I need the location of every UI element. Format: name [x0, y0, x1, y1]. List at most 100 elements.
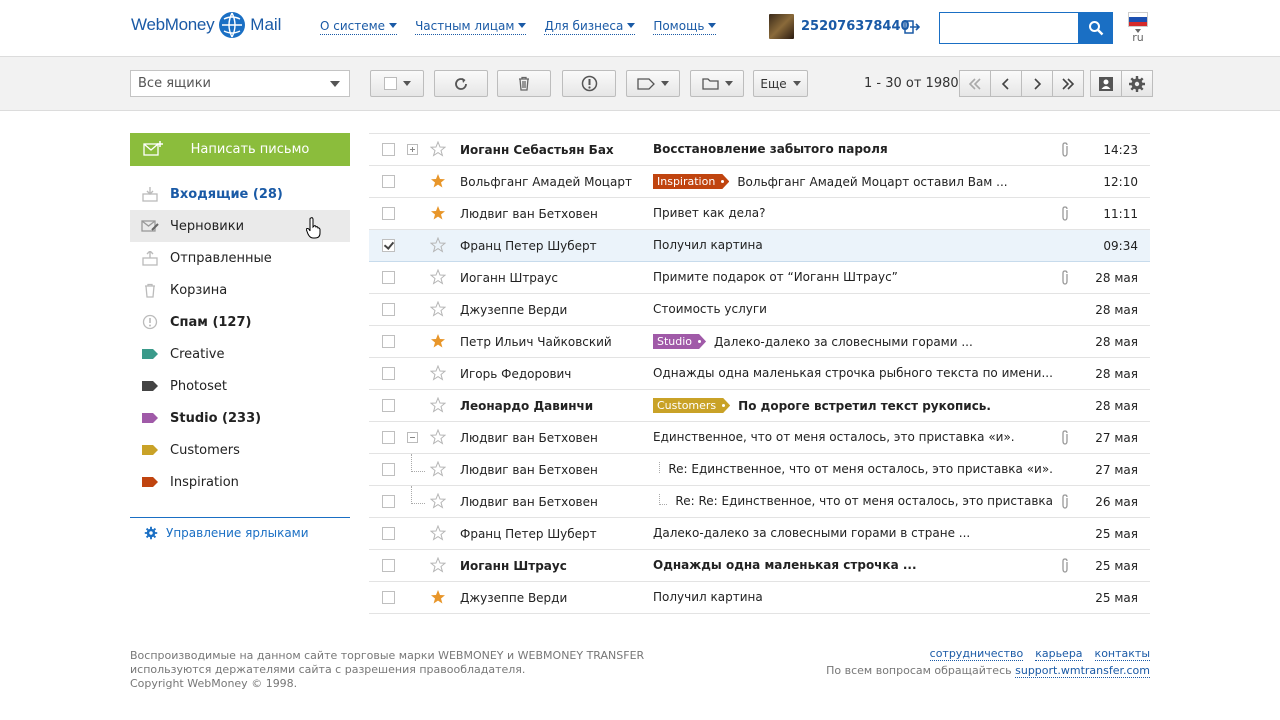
nav-help[interactable]: Помощь: [653, 19, 717, 35]
row-checkbox[interactable]: [382, 175, 395, 188]
message-row[interactable]: Людвиг ван Бетховен Re: Единственное, что…: [369, 454, 1150, 486]
mailbox-select-value: Все ящики: [138, 76, 212, 91]
row-checkbox[interactable]: [382, 431, 395, 444]
paperclip-icon: [1062, 430, 1068, 445]
nav-business[interactable]: Для бизнеса: [544, 19, 636, 35]
spam-button[interactable]: [562, 70, 616, 97]
message-sender: Франц Петер Шуберт: [460, 239, 597, 253]
row-checkbox[interactable]: [382, 559, 395, 572]
star-icon[interactable]: [430, 301, 446, 317]
message-row[interactable]: Людвиг ван Бетховен Привет как дела? 11:11: [369, 198, 1150, 230]
label-inspiration[interactable]: Inspiration: [130, 466, 350, 498]
prev-page-button[interactable]: [990, 70, 1022, 97]
message-row[interactable]: Петр Ильич Чайковский Studio Далеко-далеко…: [369, 326, 1150, 358]
message-row[interactable]: Иоганн Себастьян Бах Восстановление забыт…: [369, 134, 1150, 166]
row-checkbox[interactable]: [382, 143, 395, 156]
message-tag[interactable]: Customers: [653, 398, 730, 413]
row-checkbox[interactable]: [382, 399, 395, 412]
avatar[interactable]: [769, 14, 794, 39]
message-date: 11:11: [1103, 207, 1138, 221]
star-icon[interactable]: [430, 141, 446, 157]
row-checkbox[interactable]: [382, 591, 395, 604]
row-checkbox[interactable]: [382, 335, 395, 348]
row-checkbox[interactable]: [382, 303, 395, 316]
manage-labels-link[interactable]: Управление ярлыками: [130, 517, 350, 540]
star-icon[interactable]: [430, 557, 446, 573]
footer-link-contacts[interactable]: контакты: [1094, 647, 1150, 661]
message-tag[interactable]: Inspiration: [653, 174, 729, 189]
message-row[interactable]: Людвиг ван Бетховен Единственное, что от …: [369, 422, 1150, 454]
support-link[interactable]: support.wmtransfer.com: [1015, 664, 1150, 678]
row-checkbox[interactable]: [382, 495, 395, 508]
row-checkbox[interactable]: [382, 271, 395, 284]
star-icon[interactable]: [430, 269, 446, 285]
mailbox-select[interactable]: Все ящики: [130, 70, 350, 97]
move-button[interactable]: [690, 70, 744, 97]
next-page-button[interactable]: [1021, 70, 1053, 97]
message-row[interactable]: Иоганн Штраус Однажды одна маленькая стро…: [369, 550, 1150, 582]
row-checkbox[interactable]: [382, 367, 395, 380]
more-button[interactable]: Еще: [753, 70, 808, 97]
label-photoset[interactable]: Photoset: [130, 370, 350, 402]
message-row[interactable]: Джузеппе Верди Стоимость услуги 28 мая: [369, 294, 1150, 326]
row-checkbox[interactable]: [382, 239, 395, 252]
folder-inbox[interactable]: Входящие (28): [130, 178, 350, 210]
message-row[interactable]: Леонардо Давинчи Customers По дороге встре…: [369, 390, 1150, 422]
message-row[interactable]: Франц Петер Шуберт Получил картина 09:34: [369, 230, 1150, 262]
label-button[interactable]: [626, 70, 680, 97]
delete-button[interactable]: [497, 70, 551, 97]
webmoney-logo[interactable]: WebMoney Mail: [131, 10, 281, 40]
star-icon[interactable]: [430, 461, 446, 477]
search-button[interactable]: [1079, 12, 1113, 44]
collapse-thread-icon[interactable]: [407, 432, 418, 443]
star-icon[interactable]: [430, 365, 446, 381]
message-row[interactable]: Джузеппе Верди Получил картина 25 мая: [369, 582, 1150, 614]
star-icon[interactable]: [430, 237, 446, 253]
row-checkbox[interactable]: [382, 207, 395, 220]
logout-icon[interactable]: [904, 19, 920, 35]
nav-personal[interactable]: Частным лицам: [415, 19, 527, 35]
language-switch[interactable]: ru: [1128, 12, 1148, 43]
label-studio[interactable]: Studio (233): [130, 402, 350, 434]
expand-thread-icon[interactable]: [407, 144, 418, 155]
search-input[interactable]: [939, 12, 1079, 44]
compose-button[interactable]: Написать письмо: [130, 133, 350, 166]
star-icon[interactable]: [430, 397, 446, 413]
message-tag[interactable]: Studio: [653, 334, 706, 349]
row-checkbox[interactable]: [382, 463, 395, 476]
message-date: 28 мая: [1095, 335, 1138, 349]
star-icon[interactable]: [430, 525, 446, 541]
compose-label: Написать письмо: [190, 142, 310, 157]
refresh-button[interactable]: [434, 70, 488, 97]
star-icon[interactable]: [430, 333, 446, 349]
message-row[interactable]: Иоганн Штраус Примите подарок от “Иоганн …: [369, 262, 1150, 294]
folder-spam[interactable]: Спам (127): [130, 306, 350, 338]
folder-drafts[interactable]: Черновики: [130, 210, 350, 242]
star-icon[interactable]: [430, 205, 446, 221]
contacts-button[interactable]: [1090, 70, 1122, 97]
message-list: Иоганн Себастьян Бах Восстановление забыт…: [369, 133, 1150, 614]
message-row[interactable]: Вольфганг Амадей Моцарт Inspiration Вольфг…: [369, 166, 1150, 198]
folder-trash[interactable]: Корзина: [130, 274, 350, 306]
message-row[interactable]: Людвиг ван Бетховен Re: Re: Единственное,…: [369, 486, 1150, 518]
label-customers[interactable]: Customers: [130, 434, 350, 466]
label-creative[interactable]: Creative: [130, 338, 350, 370]
message-sender: Иоганн Себастьян Бах: [460, 143, 614, 157]
last-page-button[interactable]: [1052, 70, 1084, 97]
message-row[interactable]: Игорь Федорович Однажды одна маленькая ст…: [369, 358, 1150, 390]
wmid[interactable]: 252076378440: [801, 19, 910, 34]
nav-about[interactable]: О системе: [320, 19, 398, 35]
settings-button[interactable]: [1121, 70, 1153, 97]
star-icon[interactable]: [430, 589, 446, 605]
select-all-button[interactable]: [370, 70, 424, 97]
label-icon: [142, 413, 158, 423]
first-page-button[interactable]: [959, 70, 991, 97]
footer-link-career[interactable]: карьера: [1035, 647, 1083, 661]
message-row[interactable]: Франц Петер Шуберт Далеко-далеко за слове…: [369, 518, 1150, 550]
row-checkbox[interactable]: [382, 527, 395, 540]
star-icon[interactable]: [430, 429, 446, 445]
star-icon[interactable]: [430, 493, 446, 509]
footer-link-cooperation[interactable]: сотрудничество: [929, 647, 1024, 661]
star-icon[interactable]: [430, 173, 446, 189]
folder-sent[interactable]: Отправленные: [130, 242, 350, 274]
